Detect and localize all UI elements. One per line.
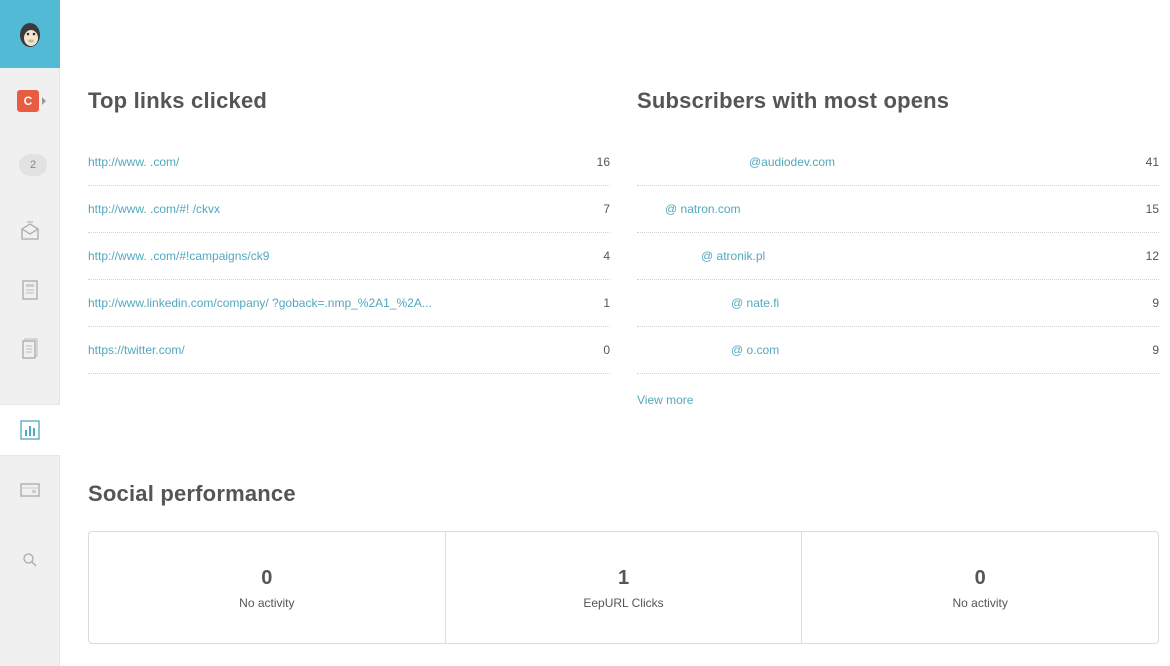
subscriber-email[interactable]: @audiodev.com [637,155,835,169]
social-stat-value: 1 [617,566,630,589]
top-links-list: http://www. .com/ 16 http://www. .com/#!… [88,139,610,374]
sidebar-item-lists[interactable] [0,329,60,369]
social-stat-label: EepURL Clicks [583,595,664,610]
list-item: @ atronik.pl 12 [637,233,1159,280]
click-count: 16 [596,155,610,169]
list-item: @ natron.com 15 [637,186,1159,233]
sidebar-item-reports[interactable] [0,404,60,456]
subscribers-title: Subscribers with most opens [637,88,950,113]
templates-icon [22,280,38,300]
social-performance-title: Social performance [88,481,296,506]
subscriber-email[interactable]: @ natron.com [637,202,741,216]
view-more-link[interactable]: View more [637,393,693,407]
notification-count[interactable]: 2 [19,154,47,176]
list-item: @audiodev.com 41 [637,139,1159,186]
sidebar-item-campaigns[interactable] [0,211,60,251]
open-count: 12 [1145,249,1159,263]
social-stat-label: No activity [952,595,1008,610]
link-url[interactable]: http://www.linkedin.com/company/ ?goback… [88,296,432,310]
sidebar-item-search[interactable] [0,540,60,580]
account-badge: C [17,90,39,112]
social-stat-cell: 0 No activity [802,532,1158,643]
open-count: 9 [1152,343,1159,357]
subscribers-list: @audiodev.com 41 @ natron.com 15 @ atron… [637,139,1159,374]
list-item: @ nate.fi 9 [637,280,1159,327]
list-item: http://www. .com/#!campaigns/ck9 4 [88,233,610,280]
sidebar-item-automation[interactable] [0,470,60,510]
social-stat-cell: 1 EepURL Clicks [446,532,803,643]
subscriber-email[interactable]: @ o.com [637,343,779,357]
social-stat-value: 0 [261,566,273,589]
social-stat-label: No activity [239,595,295,610]
list-item: http://www.linkedin.com/company/ ?goback… [88,280,610,327]
list-item: http://www. .com/ 16 [88,139,610,186]
reports-icon [20,420,40,440]
open-count: 15 [1145,202,1159,216]
account-switcher[interactable]: C [17,90,46,112]
caret-right-icon [42,97,46,105]
mailchimp-logo[interactable] [0,0,60,68]
social-stat-value: 0 [974,566,986,589]
social-stat-cell: 0 No activity [89,532,446,643]
open-count: 9 [1152,296,1159,310]
list-item: https://twitter.com/ 0 [88,327,610,374]
top-links-title: Top links clicked [88,88,268,113]
list-item: @ o.com 9 [637,327,1159,374]
link-url[interactable]: http://www. .com/#! /ckvx [88,202,220,216]
chimp-logo-icon [20,23,40,47]
subscriber-email[interactable]: @ nate.fi [637,296,779,310]
sidebar: C 2 [0,0,60,666]
list-item: http://www. .com/#! /ckvx 7 [88,186,610,233]
click-count: 0 [603,343,610,357]
social-performance-panel: 0 No activity 1 EepURL Clicks 0 No activ… [88,531,1159,644]
sidebar-item-templates[interactable] [0,270,60,310]
campaigns-icon [21,221,39,240]
open-count: 41 [1145,155,1159,169]
subscriber-email[interactable]: @ atronik.pl [637,249,765,263]
link-url[interactable]: https://twitter.com/ [88,343,185,357]
automation-icon [20,483,40,497]
link-url[interactable]: http://www. .com/ [88,155,179,169]
click-count: 1 [603,296,610,310]
link-url[interactable]: http://www. .com/#!campaigns/ck9 [88,249,269,263]
click-count: 4 [603,249,610,263]
search-icon [23,553,37,567]
lists-icon [22,338,38,359]
click-count: 7 [603,202,610,216]
